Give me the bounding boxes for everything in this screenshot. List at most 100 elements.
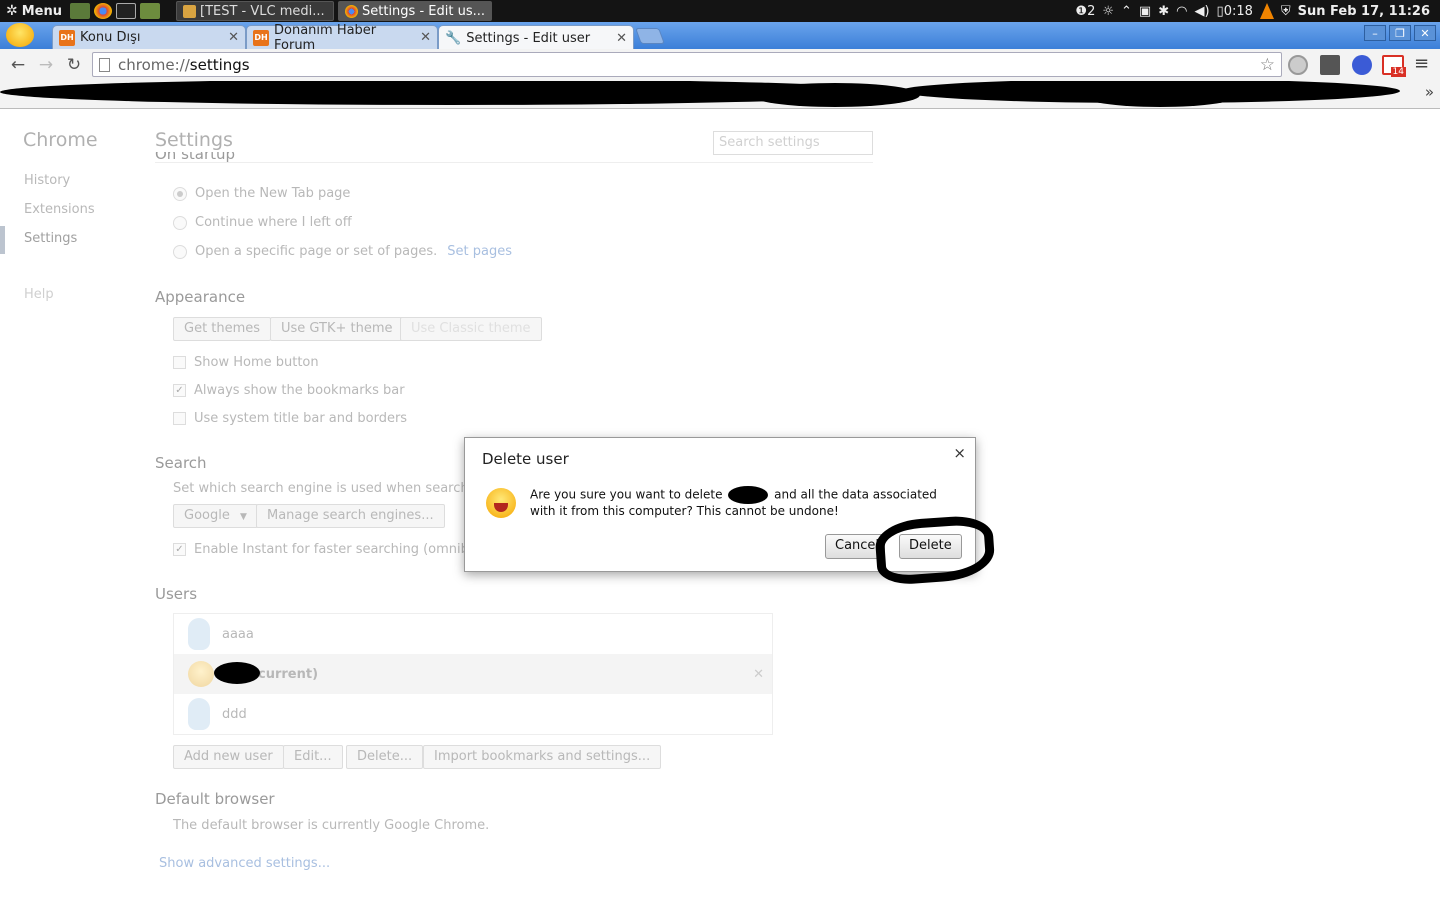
battery-indicator[interactable]: ▯0:18 [1217, 4, 1253, 19]
taskbar-item-label: [TEST - VLC medi... [200, 3, 325, 19]
dh-favicon-icon: DH [253, 29, 269, 46]
nav-item-settings[interactable]: Settings [24, 231, 77, 246]
search-settings-input[interactable]: Search settings [713, 131, 873, 155]
nav-item-help[interactable]: Help [24, 287, 54, 302]
user-row[interactable]: ddd [174, 694, 772, 734]
add-new-user-button[interactable]: Add new user [173, 745, 284, 769]
taskbar-item-chrome-settings[interactable]: Settings - Edit us... [338, 1, 492, 21]
tab-label: Donanım Haber Forum [274, 22, 377, 53]
notification-count: 2 [1087, 3, 1096, 19]
search-engine-value: Google [184, 508, 230, 523]
close-icon[interactable]: ✕ [616, 31, 627, 46]
bookmark-star-icon[interactable]: ☆ [1260, 55, 1275, 75]
volume-icon[interactable]: ◀) [1194, 4, 1209, 19]
chrome-icon [345, 4, 358, 18]
always-show-bookmarks-option[interactable]: ✓ Always show the bookmarks bar [173, 383, 405, 398]
tab-settings-edit-user[interactable]: 🔧 Settings - Edit user ✕ [438, 25, 634, 50]
redaction-scribble [750, 83, 920, 107]
clock[interactable]: Sun Feb 17, 11:26 [1298, 4, 1430, 19]
startup-option-specific-pages[interactable]: Open a specific page or set of pages. Se… [173, 244, 512, 259]
chevron-up-icon[interactable]: ⌃ [1121, 4, 1132, 19]
dialog-message-start: Are you sure you want to delete [530, 487, 723, 502]
use-gtk-theme-button[interactable]: Use GTK+ theme [270, 317, 404, 341]
user-smiley-avatar-icon [188, 661, 214, 687]
bookmarks-bar: » [0, 81, 1440, 109]
radio-button[interactable] [173, 215, 187, 230]
user-silhouette-icon [188, 618, 210, 650]
file-manager-launcher-icon[interactable] [70, 3, 90, 19]
bluetooth-icon[interactable]: ✱ [1158, 4, 1169, 19]
section-users: Users [155, 585, 198, 603]
user-row[interactable]: aaaa [174, 614, 772, 654]
close-icon[interactable]: ✕ [228, 30, 239, 45]
eyedropper-extension-icon[interactable] [1320, 55, 1340, 75]
close-icon[interactable]: × [953, 444, 966, 462]
radio-button[interactable] [173, 244, 187, 259]
music-extension-icon[interactable] [1352, 55, 1372, 75]
manage-search-engines-button[interactable]: Manage search engines... [256, 504, 445, 528]
nav-item-extensions[interactable]: Extensions [24, 202, 95, 217]
radio-button[interactable] [173, 186, 187, 201]
user-row-current[interactable]: current) ✕ [174, 654, 772, 694]
terminal-launcher-icon[interactable] [116, 3, 136, 19]
tab-donanim-haber[interactable]: DH Donanım Haber Forum ✕ [246, 23, 438, 53]
extension-icon[interactable] [1288, 55, 1308, 75]
nav-item-history[interactable]: History [24, 173, 70, 188]
set-pages-link[interactable]: Set pages [447, 244, 512, 259]
bookmarks-overflow-icon[interactable]: » [1425, 83, 1434, 101]
wifi-icon[interactable]: ◠ [1176, 4, 1187, 19]
taskbar-item-vlc[interactable]: [TEST - VLC medi... [176, 1, 334, 21]
startup-option-continue[interactable]: Continue where I left off [173, 215, 352, 230]
use-classic-theme-button[interactable]: Use Classic theme [400, 317, 542, 341]
window-close-button[interactable]: ✕ [1414, 25, 1436, 41]
omnibox[interactable]: chrome://settings ☆ [92, 52, 1282, 77]
show-home-button-option[interactable]: Show Home button [173, 355, 319, 370]
tab-label: Settings - Edit user [466, 30, 591, 46]
section-appearance: Appearance [155, 288, 246, 306]
page-icon [99, 57, 110, 72]
startup-option-new-tab[interactable]: Open the New Tab page [173, 186, 350, 201]
chrome-menu-icon[interactable]: ≡ [1414, 53, 1429, 74]
user-name: ddd [222, 706, 247, 722]
option-label: Enable Instant for faster searching (omn… [194, 542, 485, 557]
reload-button[interactable]: ↻ [60, 55, 88, 75]
new-tab-button[interactable] [635, 28, 665, 44]
edit-user-button[interactable]: Edit... [283, 745, 343, 769]
close-icon[interactable]: ✕ [420, 30, 431, 45]
dialog-title: Delete user [482, 450, 569, 468]
remove-user-icon[interactable]: ✕ [753, 667, 764, 682]
search-engine-select[interactable]: Google ▼ [173, 504, 258, 528]
checkbox[interactable] [173, 356, 186, 369]
checkbox[interactable] [173, 412, 186, 425]
delete-user-button[interactable]: Delete... [346, 745, 424, 769]
folder-launcher-icon[interactable] [140, 3, 160, 19]
system-title-bar-option[interactable]: Use system title bar and borders [173, 411, 407, 426]
checkbox-checked[interactable]: ✓ [173, 384, 186, 397]
minimize-button[interactable]: – [1364, 25, 1386, 41]
tab-label: Konu Dışı [80, 30, 141, 45]
app-menu-button[interactable]: ✲ Menu [0, 0, 68, 22]
brightness-icon[interactable]: ☼ [1102, 4, 1114, 19]
user-name: aaaa [222, 626, 254, 642]
import-bookmarks-button[interactable]: Import bookmarks and settings... [423, 745, 662, 769]
chrome-launcher-icon[interactable] [94, 3, 112, 19]
show-advanced-settings-link[interactable]: Show advanced settings... [159, 856, 330, 871]
back-button[interactable]: ← [4, 55, 32, 75]
profile-avatar-icon[interactable] [6, 23, 34, 47]
user-list: aaaa current) ✕ ddd [173, 613, 773, 735]
vlc-tray-icon[interactable] [1259, 3, 1274, 19]
default-browser-status: The default browser is currently Google … [173, 818, 490, 833]
gmail-extension-icon[interactable]: 14 [1382, 55, 1406, 77]
user-name: current) [258, 666, 319, 682]
section-on-startup: On startup [155, 152, 236, 162]
restore-button[interactable]: ❐ [1389, 25, 1411, 41]
checkbox-checked[interactable]: ✓ [173, 543, 186, 556]
shield-icon[interactable]: ⛨ [1281, 4, 1291, 19]
tab-konu-disi[interactable]: DH Konu Dışı ✕ [52, 25, 246, 49]
section-search: Search [155, 454, 207, 472]
get-themes-button[interactable]: Get themes [173, 317, 272, 341]
notification-indicator[interactable]: ❶2 [1075, 4, 1095, 19]
clipboard-icon[interactable]: ▣ [1139, 4, 1151, 19]
forward-button[interactable]: → [32, 55, 60, 75]
enable-instant-option[interactable]: ✓ Enable Instant for faster searching (o… [173, 542, 484, 557]
